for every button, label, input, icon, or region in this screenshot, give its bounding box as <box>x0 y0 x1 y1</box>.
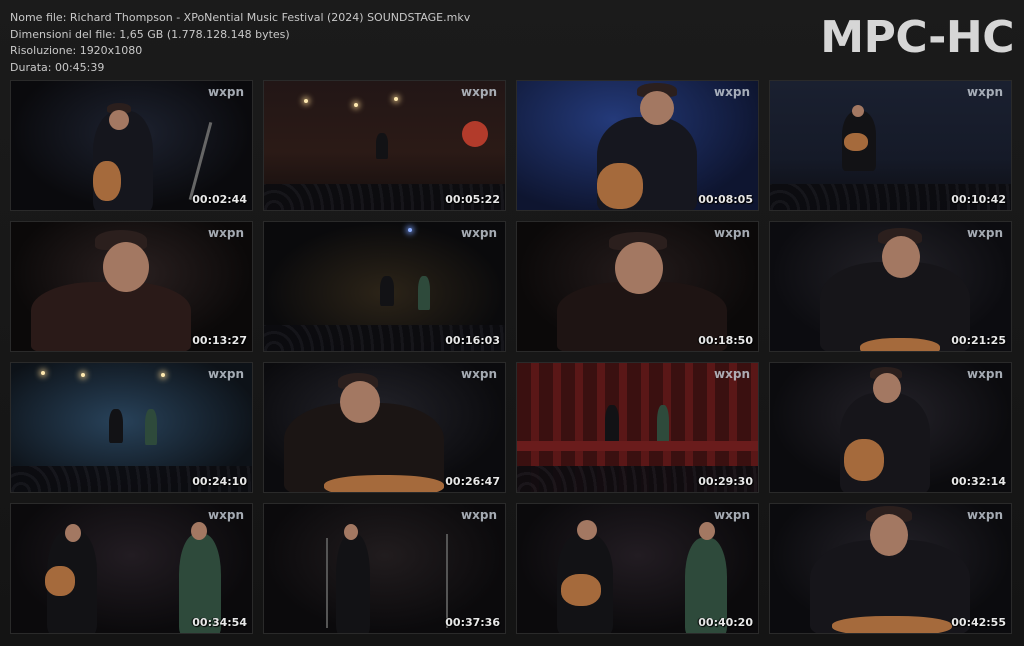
thumbnail[interactable]: wxpn 00:21:25 <box>769 221 1012 352</box>
file-size: Dimensioni del file: 1,65 GB (1.778.128.… <box>10 27 290 41</box>
video-frame <box>264 363 505 492</box>
thumbnail[interactable]: wxpn 00:10:42 <box>769 80 1012 211</box>
app-logo: MPC-HC <box>820 12 1014 63</box>
video-frame <box>517 504 758 633</box>
thumbnail[interactable]: wxpn 00:24:10 <box>10 362 253 493</box>
thumbnail[interactable]: wxpn 00:34:54 <box>10 503 253 634</box>
timestamp: 00:40:20 <box>698 616 753 629</box>
wxpn-logo: wxpn <box>208 367 244 381</box>
wxpn-logo: wxpn <box>461 367 497 381</box>
timestamp: 00:13:27 <box>192 334 247 347</box>
video-frame <box>11 363 252 492</box>
wxpn-logo: wxpn <box>461 226 497 240</box>
video-frame <box>770 363 1011 492</box>
timestamp: 00:37:36 <box>445 616 500 629</box>
timestamp: 00:21:25 <box>951 334 1006 347</box>
video-frame <box>517 222 758 351</box>
timestamp: 00:32:14 <box>951 475 1006 488</box>
timestamp: 00:02:44 <box>192 193 247 206</box>
video-frame <box>11 222 252 351</box>
timestamp: 00:24:10 <box>192 475 247 488</box>
wxpn-logo: wxpn <box>208 508 244 522</box>
video-frame <box>517 363 758 492</box>
wxpn-logo: wxpn <box>208 85 244 99</box>
video-frame <box>770 504 1011 633</box>
timestamp: 00:26:47 <box>445 475 500 488</box>
thumbnail[interactable]: wxpn 00:26:47 <box>263 362 506 493</box>
thumbnail[interactable]: wxpn 00:13:27 <box>10 221 253 352</box>
video-frame <box>264 504 505 633</box>
video-frame <box>770 81 1011 210</box>
thumbnail[interactable]: wxpn 00:08:05 <box>516 80 759 211</box>
thumbnail[interactable]: wxpn 00:42:55 <box>769 503 1012 634</box>
duration: Durata: 00:45:39 <box>10 60 105 74</box>
thumbnail-grid: wxpn 00:02:44 wxpn 00:05:22 wxpn 00:08:0… <box>10 80 1012 634</box>
timestamp: 00:29:30 <box>698 475 753 488</box>
video-frame <box>264 222 505 351</box>
thumbnail[interactable]: wxpn 00:18:50 <box>516 221 759 352</box>
video-frame <box>11 81 252 210</box>
thumbnail[interactable]: wxpn 00:37:36 <box>263 503 506 634</box>
wxpn-logo: wxpn <box>967 508 1003 522</box>
wxpn-logo: wxpn <box>967 226 1003 240</box>
thumbnail[interactable]: wxpn 00:40:20 <box>516 503 759 634</box>
thumbnail[interactable]: wxpn 00:32:14 <box>769 362 1012 493</box>
timestamp: 00:08:05 <box>698 193 753 206</box>
resolution: Risoluzione: 1920x1080 <box>10 44 143 57</box>
timestamp: 00:05:22 <box>445 193 500 206</box>
wxpn-logo: wxpn <box>967 367 1003 381</box>
wxpn-logo: wxpn <box>208 226 244 240</box>
wxpn-logo: wxpn <box>714 226 750 240</box>
timestamp: 00:16:03 <box>445 334 500 347</box>
timestamp: 00:42:55 <box>951 616 1006 629</box>
video-frame <box>770 222 1011 351</box>
wxpn-logo: wxpn <box>714 367 750 381</box>
thumbnail[interactable]: wxpn 00:16:03 <box>263 221 506 352</box>
wxpn-logo: wxpn <box>461 508 497 522</box>
timestamp: 00:34:54 <box>192 616 247 629</box>
timestamp: 00:18:50 <box>698 334 753 347</box>
wxpn-logo: wxpn <box>967 85 1003 99</box>
file-name: Nome file: Richard Thompson - XPoNential… <box>10 11 471 24</box>
wxpn-logo: wxpn <box>461 85 497 99</box>
video-frame <box>517 81 758 210</box>
thumbnail[interactable]: wxpn 00:05:22 <box>263 80 506 211</box>
thumbnail[interactable]: wxpn 00:29:30 <box>516 362 759 493</box>
thumbnail[interactable]: wxpn 00:02:44 <box>10 80 253 211</box>
video-frame <box>11 504 252 633</box>
video-frame <box>264 81 505 210</box>
wxpn-logo: wxpn <box>714 85 750 99</box>
file-info: Nome file: Richard Thompson - XPoNential… <box>10 10 470 76</box>
wxpn-logo: wxpn <box>714 508 750 522</box>
timestamp: 00:10:42 <box>951 193 1006 206</box>
